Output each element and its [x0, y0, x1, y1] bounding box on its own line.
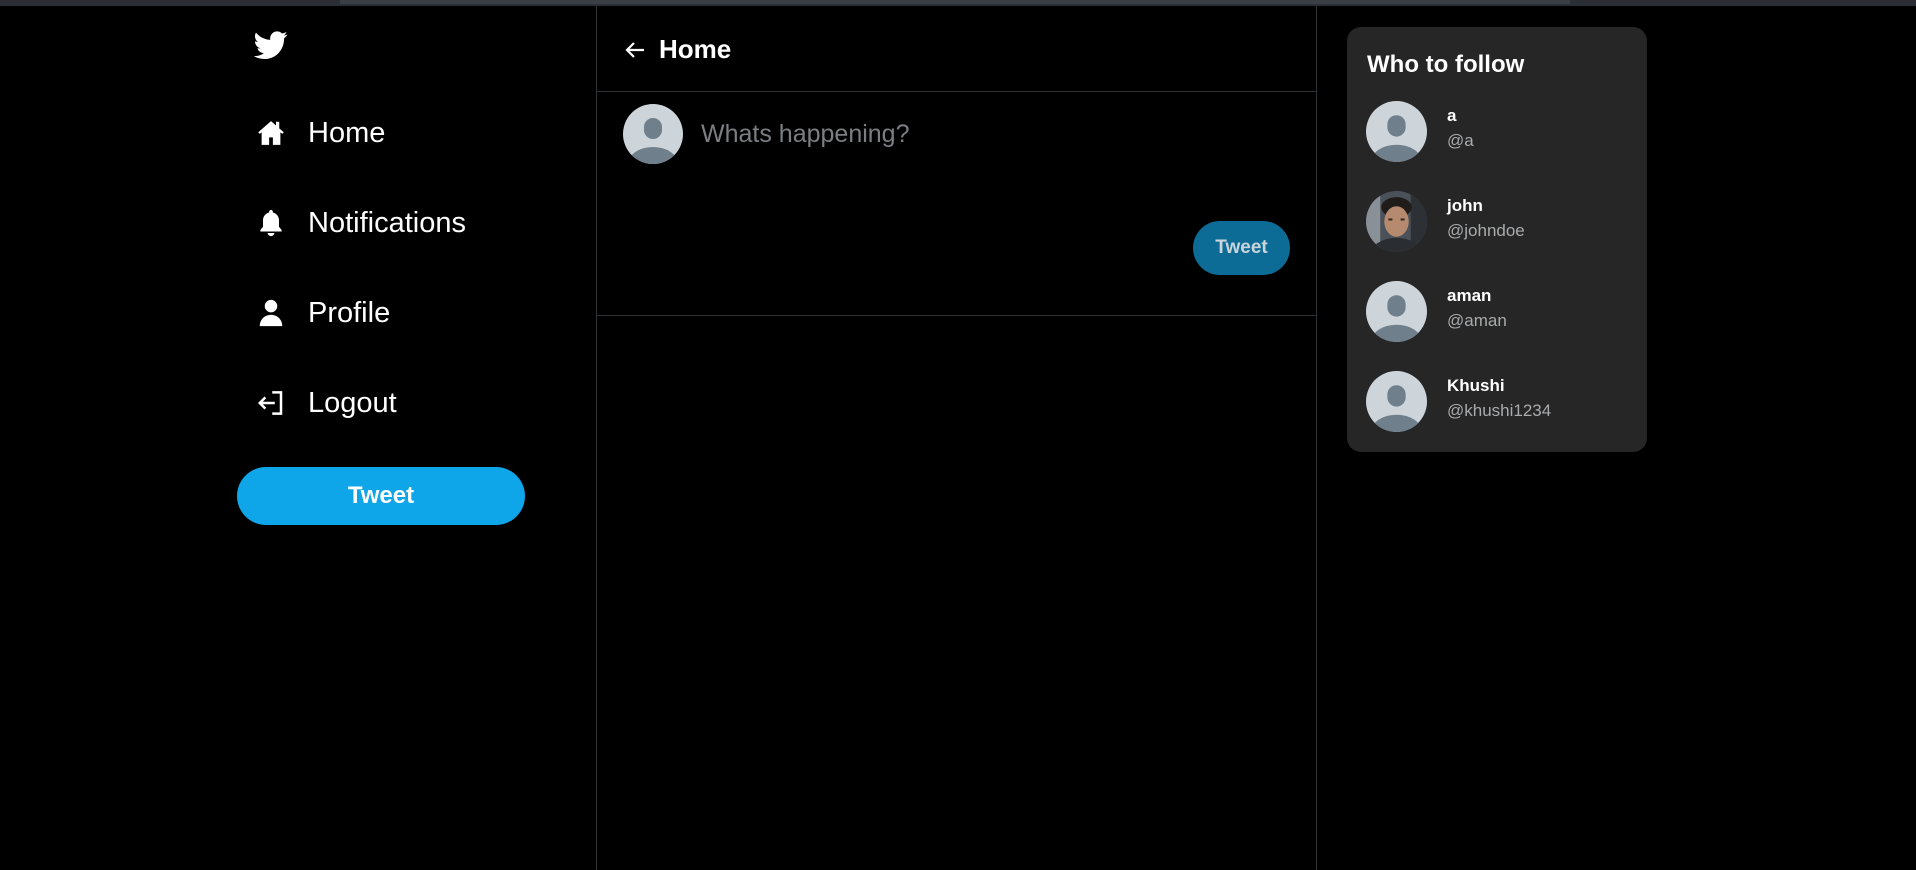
twitter-bird-icon[interactable] [253, 28, 288, 62]
follow-suggestion[interactable]: aman @aman [1366, 281, 1628, 343]
nav-label-notifications: Notifications [308, 206, 466, 239]
bell-icon [254, 206, 288, 240]
nav-item-profile[interactable]: Profile [254, 285, 390, 341]
follow-suggestion[interactable]: Khushi @khushi1234 [1366, 371, 1628, 433]
who-to-follow-card: Who to follow a @a john @johndoe aman @a… [1347, 27, 1647, 452]
arrow-left-icon[interactable] [623, 38, 647, 62]
nav-label-profile: Profile [308, 296, 391, 329]
nav-item-home[interactable]: Home [254, 105, 385, 161]
compose-tweet-button[interactable]: Tweet [1193, 221, 1290, 275]
sidebar-tweet-button[interactable]: Tweet [237, 467, 525, 525]
avatar [1366, 101, 1427, 162]
follow-suggestion[interactable]: john @johndoe [1366, 191, 1628, 253]
nav-label-home: Home [308, 116, 386, 149]
browser-top-bar-track [340, 0, 1570, 4]
left-sidebar: Home Notifications Profile Logout Tweet [0, 6, 596, 870]
nav-item-notifications[interactable]: Notifications [254, 195, 466, 251]
avatar [1366, 191, 1427, 252]
avatar [1366, 371, 1427, 432]
follow-suggestion[interactable]: a @a [1366, 101, 1628, 163]
follow-handle: @aman [1447, 311, 1507, 330]
follow-handle: @a [1447, 131, 1474, 150]
home-icon [254, 116, 288, 150]
follow-name: john [1447, 196, 1483, 215]
nav-label-logout: Logout [308, 386, 397, 419]
follow-name: a [1447, 106, 1457, 125]
user-icon [254, 296, 288, 330]
avatar [623, 104, 683, 164]
main-column: Home Tweet [596, 6, 1317, 870]
follow-handle: @johndoe [1447, 221, 1525, 240]
tweet-composer: Tweet [597, 92, 1316, 316]
page-title: Home [659, 34, 732, 64]
tweet-input[interactable] [699, 110, 1279, 158]
main-header: Home [597, 6, 1316, 92]
follow-name: Khushi [1447, 376, 1505, 395]
who-to-follow-title: Who to follow [1367, 51, 1525, 78]
avatar [1366, 281, 1427, 342]
follow-name: aman [1447, 286, 1492, 305]
nav-item-logout[interactable]: Logout [254, 375, 397, 431]
follow-handle: @khushi1234 [1447, 401, 1552, 420]
logout-icon [254, 386, 288, 420]
